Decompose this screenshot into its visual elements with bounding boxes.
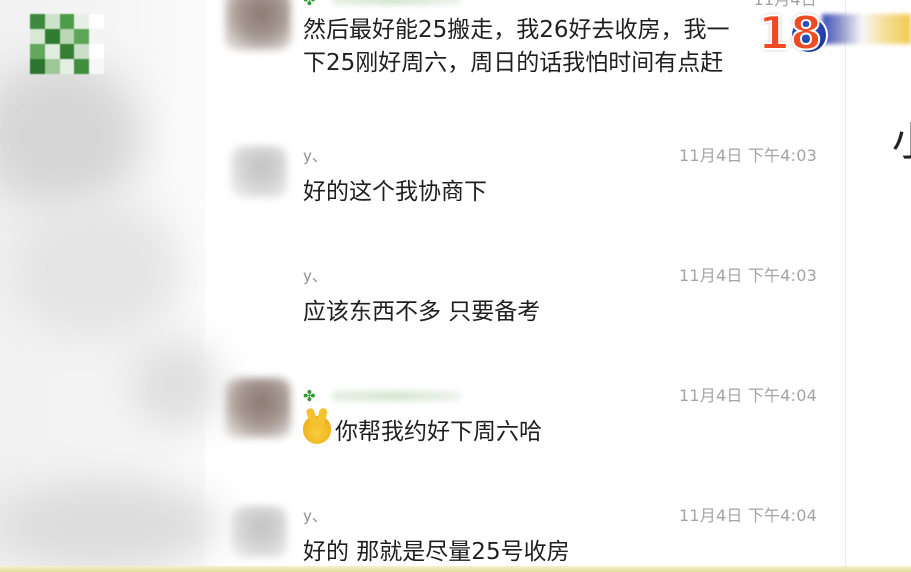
message-time: 11月4日 下午4:03 [679, 146, 817, 165]
sender-name: y、 [303, 507, 327, 525]
victory-hand-icon [303, 416, 331, 444]
message-line: 好的 那就是尽量25号收房 [303, 539, 570, 565]
message-line-text: 你帮我约好下周六哈 [335, 419, 542, 445]
blur-blob [10, 200, 180, 340]
avatar[interactable] [225, 378, 291, 438]
message-text[interactable]: 然后最好能25搬走，我26好去收房，我一 下25刚好周六，周日的话我怕时间有点赶 [303, 14, 803, 80]
right-side-panel: 小 [845, 0, 911, 572]
message-line: 好的这个我协商下 [303, 179, 487, 205]
four-leaf-clover-icon: ✤ [303, 0, 316, 9]
message-text[interactable]: 应该东西不多 只要备考 [303, 296, 803, 329]
four-leaf-clover-icon: ✤ [303, 387, 316, 405]
message-line: 你帮我约好下周六哈 [303, 416, 803, 449]
sender-name: y、 [303, 267, 327, 285]
bottom-edge-bar [0, 566, 911, 572]
sender-name: ✤ [303, 0, 461, 10]
avatar[interactable] [231, 146, 287, 198]
message-text[interactable]: 你帮我约好下周六哈 [303, 416, 803, 449]
blurred-conversation-list [0, 0, 220, 572]
message-line: 然后最好能25搬走，我26好去收房，我一 [303, 17, 730, 43]
channel-logo: 18 [752, 4, 911, 64]
logo-banner [822, 14, 911, 44]
message-time: 11月4日 下午4:04 [679, 506, 817, 525]
sender-name: ✤ [303, 386, 461, 406]
logo-number: 18 [757, 5, 823, 61]
message-line: 应该东西不多 只要备考 [303, 299, 541, 325]
sender-name: y、 [303, 147, 327, 165]
avatar[interactable] [231, 506, 287, 558]
message-time: 11月4日 下午4:03 [679, 266, 817, 285]
blur-blob [0, 60, 140, 210]
message-text[interactable]: 好的 那就是尽量25号收房 [303, 536, 803, 569]
chat-message-list: ✤ 11月4日 然后最好能25搬走，我26好去收房，我一 下25刚好周六，周日的… [205, 0, 845, 572]
avatar[interactable] [225, 0, 291, 50]
message-line: 下25刚好周六，周日的话我怕时间有点赶 [303, 50, 724, 76]
cropped-glyph: 小 [892, 112, 911, 172]
blurred-name [331, 0, 461, 5]
blurred-name [331, 391, 461, 401]
message-text[interactable]: 好的这个我协商下 [303, 176, 803, 209]
blur-blob [0, 480, 220, 570]
pixelated-avatar [30, 14, 104, 74]
message-time: 11月4日 下午4:04 [679, 386, 817, 405]
